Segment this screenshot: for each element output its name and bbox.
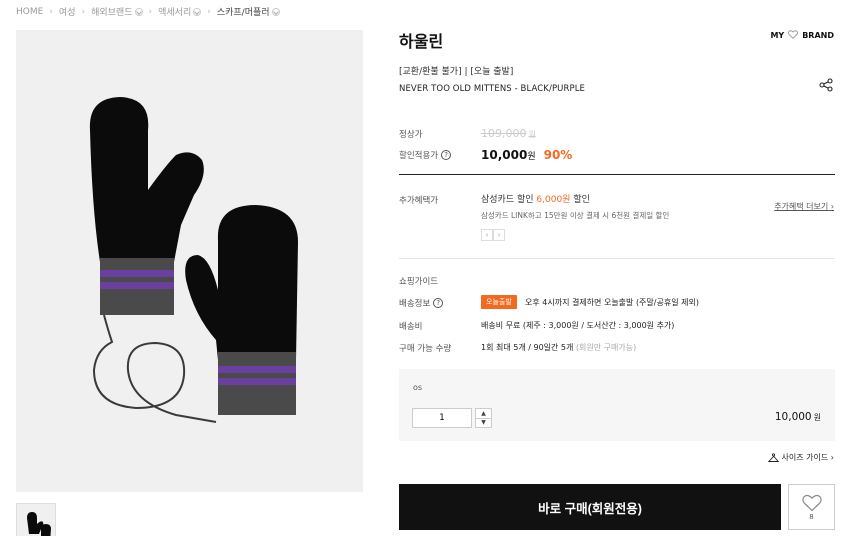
chevron-right-icon: › xyxy=(81,6,86,17)
product-name: NEVER TOO OLD MITTENS - BLACK/PURPLE xyxy=(399,84,586,94)
share-icon[interactable] xyxy=(819,78,833,95)
decrease-icon[interactable]: ▼ xyxy=(476,419,491,428)
chevron-right-icon: › xyxy=(49,6,53,17)
breadcrumb-women[interactable]: 여성 xyxy=(59,5,76,18)
quantity-stepper[interactable]: ▲ ▼ xyxy=(475,408,492,428)
regular-price: 109,000 원 xyxy=(481,127,536,140)
chevron-right-icon: › xyxy=(148,6,153,17)
chevron-right-icon: › xyxy=(830,453,834,462)
heart-outline-icon[interactable] xyxy=(788,30,799,41)
next-arrow-icon[interactable]: › xyxy=(493,229,505,241)
breadcrumb-overseas-brand[interactable]: 해외브랜드 xyxy=(91,5,143,18)
like-count: 8 xyxy=(809,512,814,521)
size-guide-link[interactable]: 사이즈 가이드 › xyxy=(767,452,834,463)
my-brand-toggle[interactable]: MY BRAND xyxy=(770,30,834,41)
product-tags: [교환/환불 불가] | [오늘 출발] xyxy=(399,67,514,77)
regular-price-label: 정상가 xyxy=(399,130,423,140)
breadcrumb-accessories[interactable]: 액세서리 xyxy=(158,5,202,18)
sale-price: 10,000원 90% xyxy=(481,148,573,162)
breadcrumb: HOME › 여성 › 해외브랜드 › 액세서리 › 스카프/머플러 xyxy=(16,5,280,18)
sale-price-label: 할인적용가? xyxy=(399,149,452,161)
breadcrumb-scarf[interactable]: 스카프/머플러 xyxy=(217,5,280,18)
dropdown-circle-icon[interactable] xyxy=(193,7,202,16)
shipping-fee-text: 배송비 무료 (제주 : 3,000원 / 도서산간 : 3,000원 추가) xyxy=(481,321,675,330)
brand-title: 하울린 xyxy=(399,32,444,51)
option-name: os xyxy=(413,383,423,392)
buy-now-button[interactable]: 바로 구매(회원전용) xyxy=(399,484,781,530)
fee-label: 배송비 xyxy=(399,322,423,332)
breadcrumb-home[interactable]: HOME xyxy=(16,7,43,17)
mittens-thumbnail-image xyxy=(27,512,51,536)
my-label: MY xyxy=(770,31,785,40)
right-mitten xyxy=(185,205,298,415)
card-discount: 삼성카드 할인 6,000원 할인 xyxy=(481,195,590,205)
shipping-text: 오후 4시까지 결제하면 오늘출발 (주말/공휴일 제외) xyxy=(525,298,699,307)
today-ship-badge: 오늘출발 xyxy=(481,295,517,309)
shipping-label: 배송정보? xyxy=(399,297,444,309)
brand-label: BRAND xyxy=(802,31,834,40)
option-price: 10,000 원 xyxy=(774,411,821,423)
shopping-guide-title: 쇼핑가이드 xyxy=(399,277,439,287)
purchase-limit-label: 구매 가능 수량 xyxy=(399,344,452,354)
quantity-input[interactable] xyxy=(412,408,472,428)
help-icon[interactable]: ? xyxy=(441,150,452,160)
chevron-right-icon: › xyxy=(830,202,834,211)
product-main-image[interactable] xyxy=(16,30,363,492)
hanger-icon xyxy=(767,452,779,462)
benefit-label: 추가혜택가 xyxy=(399,196,439,206)
product-thumbnail[interactable] xyxy=(16,503,56,536)
prev-arrow-icon[interactable]: ‹ xyxy=(481,229,493,241)
benefit-pager: ‹ › xyxy=(481,229,505,241)
dropdown-circle-icon[interactable] xyxy=(271,7,280,16)
dropdown-circle-icon[interactable] xyxy=(134,7,143,16)
divider xyxy=(399,258,835,259)
more-benefit-link[interactable]: 추가혜택 더보기 › xyxy=(774,201,834,212)
heart-outline-icon xyxy=(801,494,822,511)
chevron-right-icon: › xyxy=(207,6,211,17)
selected-option: os ▲ ▼ 10,000원 xyxy=(399,369,835,441)
discount-rate: 90% xyxy=(543,148,573,162)
purchase-limit-text: 1회 최대 5개 / 90일간 5개 (회원만 구매가능) xyxy=(481,343,637,352)
increase-icon[interactable]: ▲ xyxy=(476,409,491,419)
help-icon[interactable]: ? xyxy=(433,298,444,308)
divider xyxy=(399,174,835,175)
card-discount-detail: 삼성카드 LINK하고 15만원 이상 결제 시 6천원 결제일 할인 xyxy=(481,211,670,220)
mittens-image xyxy=(89,97,298,423)
like-button[interactable]: 8 xyxy=(788,484,835,530)
